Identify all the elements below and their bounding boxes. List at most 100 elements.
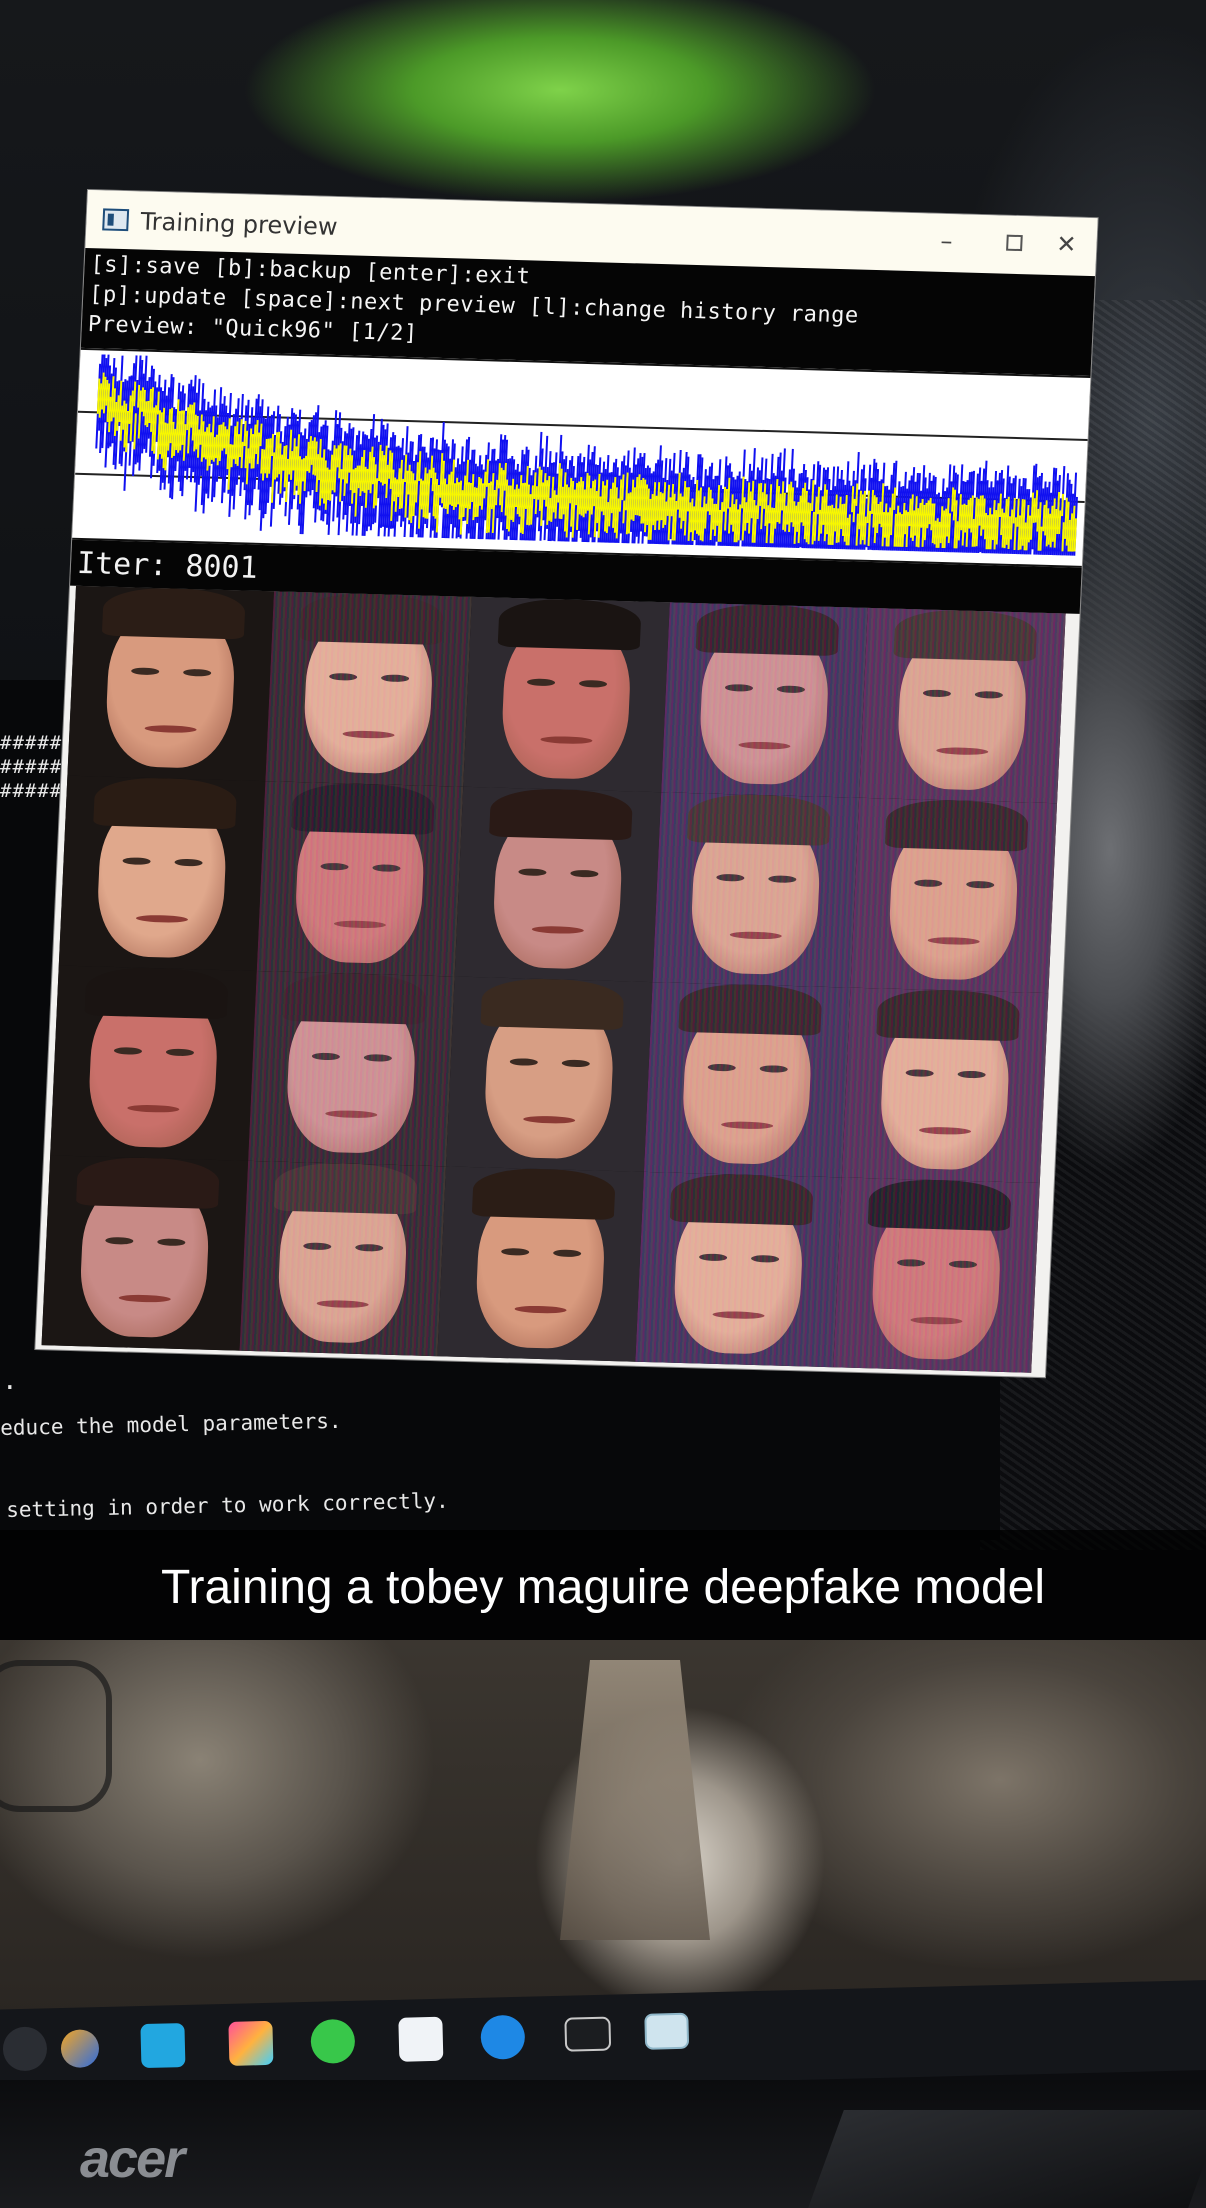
face-eye	[974, 690, 1003, 700]
loss-series-yellow-mark	[778, 493, 782, 524]
face-eye	[354, 1243, 384, 1253]
loss-series-yellow-mark	[374, 478, 379, 506]
loss-series-yellow-mark	[816, 486, 821, 515]
close-button[interactable]: ✕	[1046, 227, 1088, 262]
face-eye	[716, 873, 745, 882]
loss-series-yellow-mark	[345, 454, 350, 484]
loss-series-yellow-mark	[998, 493, 1003, 518]
loss-series-yellow-mark	[826, 505, 830, 535]
loss-series-yellow-mark	[240, 441, 244, 469]
loss-series-yellow-mark	[381, 455, 386, 486]
loss-series-yellow-mark	[393, 477, 397, 502]
loss-series-yellow-mark	[144, 401, 148, 426]
loss-series-yellow-mark	[400, 478, 405, 509]
loss-series-yellow-mark	[452, 483, 457, 510]
preview-face-thumbnail	[635, 1171, 842, 1368]
face-skin	[877, 1007, 1012, 1171]
loss-series-yellow-mark	[847, 514, 851, 546]
loss-series-yellow-mark	[706, 487, 711, 512]
monitor-brand-logo: acer	[80, 2129, 185, 2189]
loss-series-yellow-mark	[483, 471, 487, 499]
face-mouth	[910, 1316, 963, 1326]
o-app-icon[interactable]	[398, 2016, 444, 2062]
loss-series-yellow-mark	[1042, 504, 1046, 532]
face-mouth	[936, 746, 989, 756]
preview-face-thumbnail	[256, 781, 464, 977]
preview-face-thumbnail	[446, 976, 653, 1172]
loss-series-yellow-mark	[582, 489, 586, 518]
preview-face-thumbnail	[454, 786, 662, 983]
c-app-icon[interactable]	[140, 2023, 186, 2069]
training-preview-window[interactable]: Training preview – ✕ [s]:save [b]:backup…	[35, 190, 1098, 1378]
console-line-setting: setting in order to work correctly.	[6, 1488, 449, 1522]
loss-series-yellow-mark	[722, 486, 727, 512]
terminal-icon[interactable]	[564, 2016, 612, 2052]
loss-series-yellow-mark	[686, 487, 691, 512]
face-eye	[759, 1064, 788, 1074]
blue-app-icon[interactable]	[480, 2014, 526, 2060]
loss-graph-svg	[75, 354, 1088, 556]
loss-series-yellow-mark	[730, 494, 734, 525]
face-eye	[957, 1070, 986, 1079]
windows-icon[interactable]	[2, 2026, 48, 2072]
iteration-label: Iter: 8001	[76, 545, 259, 586]
loss-series-yellow-mark	[1023, 522, 1027, 551]
face-mouth	[927, 936, 980, 946]
face-eye	[329, 672, 358, 682]
loss-series-yellow-mark	[327, 469, 331, 501]
face-eye	[965, 880, 995, 889]
loss-series-yellow-mark	[727, 477, 731, 509]
loss-series-yellow-mark	[212, 437, 216, 462]
preview-window-icon[interactable]	[644, 2012, 690, 2050]
loss-series-yellow-mark	[310, 440, 314, 465]
loss-series-yellow-mark	[357, 465, 361, 489]
loss-series-yellow-mark	[371, 457, 376, 485]
face-skin	[680, 1002, 814, 1166]
green-app-icon[interactable]	[310, 2018, 356, 2064]
face-eye	[923, 689, 952, 698]
maximize-button[interactable]	[994, 225, 1036, 260]
loss-series-yellow-mark	[137, 384, 141, 408]
loss-series-yellow-mark	[454, 477, 459, 508]
face-mouth	[738, 741, 791, 751]
loss-series-yellow-mark	[202, 431, 207, 458]
face-skin	[869, 1197, 1004, 1361]
loss-series-yellow-mark	[1058, 510, 1062, 535]
loss-series-yellow-mark	[543, 473, 547, 500]
loss-series-yellow-mark	[904, 510, 908, 535]
face-hair	[75, 1156, 221, 1210]
face-mouth	[919, 1126, 971, 1136]
loss-series-yellow-mark	[960, 504, 964, 531]
colorful-app-icon[interactable]	[228, 2020, 274, 2066]
blender-icon[interactable]	[60, 2029, 100, 2069]
loss-series-yellow-mark	[870, 489, 875, 514]
loss-series-yellow-mark	[621, 474, 625, 501]
console-dot: .	[2, 1366, 18, 1396]
loss-series-yellow-mark	[336, 445, 340, 468]
minimize-button[interactable]: –	[926, 223, 968, 258]
face-eye	[776, 685, 805, 694]
loss-series-yellow-mark	[712, 503, 716, 530]
loss-series-yellow-mark	[947, 513, 952, 544]
loss-series-yellow-mark	[982, 498, 986, 530]
face-hair	[686, 793, 832, 847]
face-eye	[363, 1053, 392, 1063]
loss-series-yellow-mark	[495, 479, 499, 506]
preview-face-thumbnail	[643, 982, 851, 1178]
loss-series-yellow-mark	[199, 414, 203, 445]
loss-series-yellow-mark	[784, 505, 788, 532]
face-eye	[303, 1242, 332, 1251]
loss-series-yellow-mark	[105, 379, 109, 406]
loss-series-yellow-mark	[575, 483, 579, 506]
loss-series-yellow-mark	[852, 498, 856, 523]
loss-series-yellow-mark	[442, 478, 447, 509]
loss-series-yellow-mark	[602, 485, 607, 516]
face-skin	[301, 611, 436, 775]
loss-series-yellow-mark	[140, 387, 145, 412]
caption-bar: Training a tobey maguire deepfake model	[0, 1530, 1206, 1640]
face-eye	[905, 1068, 934, 1078]
face-eye	[750, 1254, 779, 1264]
loss-history-graph	[72, 347, 1091, 568]
loss-series-yellow-mark	[732, 504, 736, 532]
loss-series-yellow-mark	[928, 497, 932, 525]
